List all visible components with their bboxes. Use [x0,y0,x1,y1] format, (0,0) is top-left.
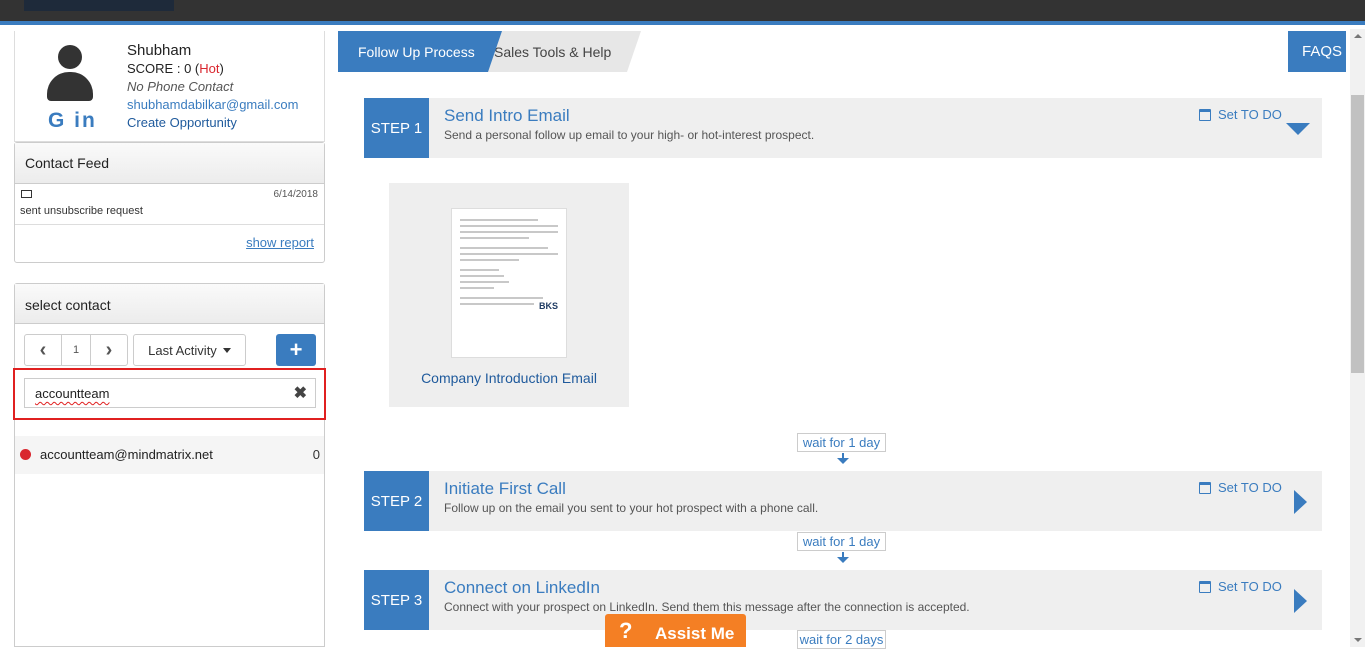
user-avatar-icon [45,45,95,103]
step-description: Follow up on the email you sent to your … [444,501,819,515]
score-label: SCORE : 0 ( [127,61,200,76]
down-arrow-icon [837,552,849,564]
set-todo-label: Set TO DO [1218,107,1282,122]
scrollbar-thumb[interactable] [1351,95,1364,373]
vertical-scrollbar[interactable] [1350,29,1365,647]
step-title[interactable]: Send Intro Email [444,106,570,126]
feed-item-date: 6/14/2018 [273,189,319,200]
next-page-chevron-icon[interactable]: › [91,335,127,365]
monitor-icon [21,190,32,198]
contact-feed-title: Contact Feed [15,143,324,184]
wait-label: wait for 1 day [797,532,886,551]
collapse-arrow-icon[interactable] [1286,123,1310,135]
contact-email-link[interactable]: shubhamdabilkar@gmail.com [127,97,298,112]
step-description: Connect with your prospect on LinkedIn. … [444,600,970,614]
step-title[interactable]: Connect on LinkedIn [444,578,600,598]
expand-arrow-icon[interactable] [1294,589,1307,613]
set-todo-button[interactable]: Set TO DO [1199,579,1282,594]
step-title[interactable]: Initiate First Call [444,479,566,499]
contact-result-row[interactable]: accountteam@mindmatrix.net 0 [15,436,324,474]
create-opportunity-link[interactable]: Create Opportunity [127,115,237,130]
status-dot-icon [20,449,31,460]
email-template-caption[interactable]: Company Introduction Email [389,370,629,386]
thumbnail-logo: BKS [538,301,558,311]
sort-dropdown[interactable]: Last Activity [133,334,246,366]
contact-search-input[interactable]: accountteam ✖ [24,378,316,408]
social-links-icons[interactable]: G in [48,109,97,133]
expand-arrow-icon[interactable] [1294,490,1307,514]
down-arrow-icon [837,453,849,465]
left-sidebar: G in Shubham SCORE : 0 (Hot) No Phone Co… [13,31,326,647]
page-number[interactable]: 1 [61,335,91,365]
step-2[interactable]: STEP 2 Initiate First Call Follow up on … [364,471,1322,531]
sort-dropdown-label: Last Activity [148,342,217,358]
score-hot-label: Hot [199,61,220,76]
tab-sales-tools[interactable]: Sales Tools & Help [478,31,641,72]
clear-search-icon[interactable]: ✖ [294,383,307,403]
contact-profile-card: G in Shubham SCORE : 0 (Hot) No Phone Co… [14,31,325,142]
feed-item-text: sent unsubscribe request [20,205,143,217]
wait-label: wait for 1 day [797,433,886,452]
contact-score: SCORE : 0 (Hot) [127,61,224,76]
tab-follow-up-process[interactable]: Follow Up Process [338,31,502,72]
feed-item: 6/14/2018 sent unsubscribe request [15,184,324,225]
faqs-button[interactable]: FAQS [1288,31,1346,72]
process-tabs: Sales Tools & Help Follow Up Process [338,31,1318,72]
set-todo-button[interactable]: Set TO DO [1199,480,1282,495]
set-todo-button[interactable]: Set TO DO [1199,107,1282,122]
step-1[interactable]: STEP 1 Send Intro Email Send a personal … [364,98,1322,158]
caret-down-icon [222,347,231,353]
step-number: STEP 1 [364,98,429,158]
score-close: ) [219,61,224,76]
question-icon: ? [619,618,633,643]
calendar-icon [1199,108,1211,121]
step-3[interactable]: STEP 3 Connect on LinkedIn Connect with … [364,570,1322,630]
add-contact-button[interactable]: + [276,334,316,366]
contact-phone: No Phone Contact [127,79,234,94]
assist-me-button[interactable]: ? Assist Me [605,614,746,647]
pagination: ‹ 1 › [24,334,128,366]
step-number: STEP 3 [364,570,429,630]
top-navbar [0,0,1365,25]
prev-page-chevron-icon[interactable]: ‹ [25,335,61,365]
calendar-icon [1199,481,1211,494]
set-todo-label: Set TO DO [1218,480,1282,495]
calendar-icon [1199,580,1211,593]
set-todo-label: Set TO DO [1218,579,1282,594]
assist-me-label: Assist Me [655,624,735,643]
scroll-down-icon[interactable] [1354,638,1362,642]
scroll-up-icon[interactable] [1354,34,1362,38]
email-thumbnail[interactable]: BKS [451,208,567,358]
plus-icon: + [289,337,303,362]
result-email: accountteam@mindmatrix.net [40,447,213,462]
contact-name: Shubham [127,42,192,59]
result-count: 0 [312,447,320,462]
wait-label: wait for 2 days [797,630,886,649]
email-template-card[interactable]: BKS Company Introduction Email [389,183,629,407]
select-contact-panel: select contact ‹ 1 › Last Activity + acc… [13,283,326,647]
show-report-link[interactable]: show report [246,235,314,250]
brand-logo[interactable] [24,0,174,11]
select-contact-title: select contact [15,284,324,324]
search-input-value: accountteam [35,386,110,401]
contact-feed-panel: Contact Feed 6/14/2018 sent unsubscribe … [14,142,325,263]
step-description: Send a personal follow up email to your … [444,128,815,142]
step-number: STEP 2 [364,471,429,531]
